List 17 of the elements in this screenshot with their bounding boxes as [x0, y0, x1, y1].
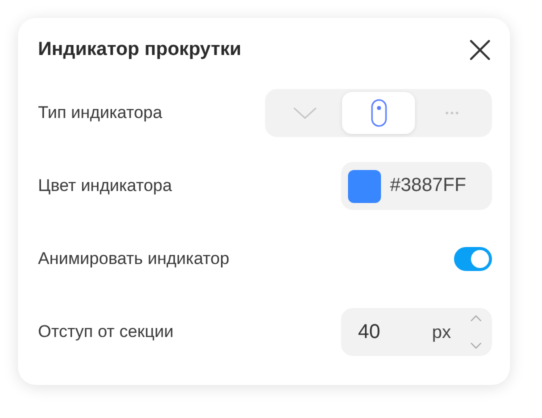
toggle-switch[interactable] [454, 247, 492, 271]
panel-title: Индикатор прокрутки [38, 39, 242, 61]
dots-icon [445, 111, 460, 115]
number-value: 40 [358, 320, 382, 344]
color-field[interactable]: #3887FF [341, 162, 492, 210]
field-label: Тип индикатора [38, 103, 162, 123]
field-label: Цвет индикатора [38, 176, 172, 196]
stepper-icon[interactable] [470, 315, 482, 349]
field-label: Анимировать индикатор [38, 249, 230, 269]
type-option[interactable] [342, 92, 416, 134]
mouse-icon [370, 99, 386, 127]
chevron-icon [292, 107, 317, 119]
unit-label: px [432, 322, 452, 342]
number-field[interactable]: 40 px [341, 308, 492, 356]
field-label: Отступ от секции [38, 322, 174, 342]
color-value: #3887FF [390, 175, 466, 197]
close-icon[interactable] [470, 40, 490, 60]
